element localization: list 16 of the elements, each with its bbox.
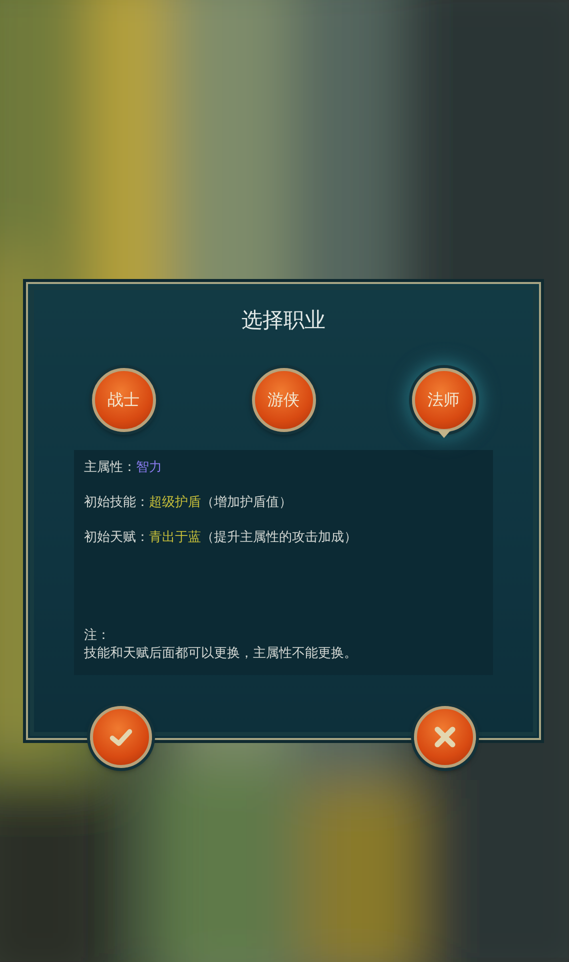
info-value: 超级护盾	[149, 495, 201, 510]
info-label: 初始天赋：	[84, 530, 149, 545]
info-label: 初始技能：	[84, 495, 149, 510]
pointer-icon	[436, 430, 450, 438]
class-tab[interactable]: 游侠	[252, 368, 316, 432]
class-tab[interactable]: 法师	[412, 368, 476, 432]
info-detail: （增加护盾值）	[201, 495, 292, 510]
class-tab[interactable]: 战士	[92, 368, 156, 432]
info-label: 主属性：	[84, 460, 136, 475]
close-icon	[432, 724, 458, 750]
dialog-title: 选择职业	[242, 307, 326, 334]
info-detail: （提升主属性的攻击加成）	[201, 530, 357, 545]
info-value: 青出于蓝	[149, 530, 201, 545]
note-heading: 注：	[84, 627, 111, 645]
info-value: 智力	[136, 460, 162, 475]
note-text: 技能和天赋后面都可以更换，主属性不能更换。	[84, 645, 358, 663]
